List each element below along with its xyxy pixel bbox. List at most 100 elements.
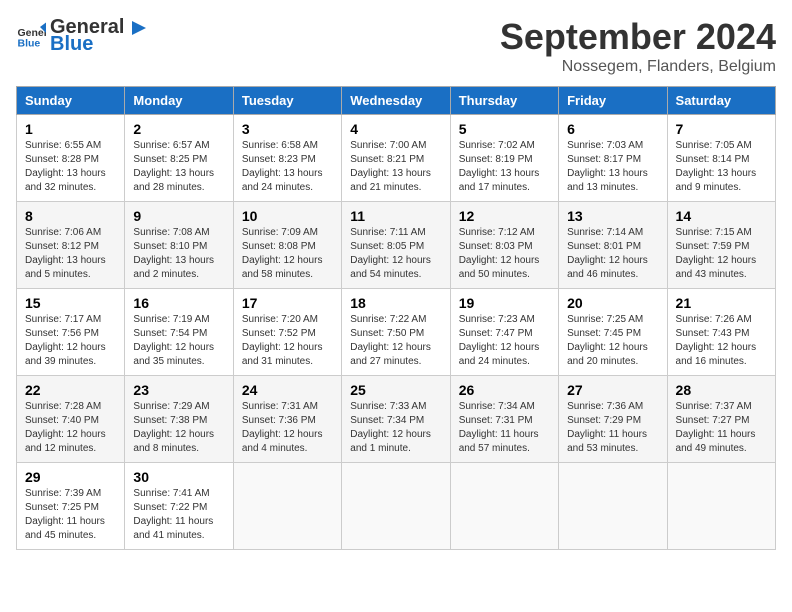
header-friday: Friday <box>559 87 667 115</box>
day-number: 21 <box>676 295 767 311</box>
day-number: 28 <box>676 382 767 398</box>
header-saturday: Saturday <box>667 87 775 115</box>
day-cell: 20Sunrise: 7:25 AM Sunset: 7:45 PM Dayli… <box>559 289 667 376</box>
week-row-1: 1Sunrise: 6:55 AM Sunset: 8:28 PM Daylig… <box>17 115 776 202</box>
day-number: 23 <box>133 382 224 398</box>
day-cell: 3 Sunrise: 6:58 AM Sunset: 8:23 PM Daylig… <box>233 115 341 202</box>
page-header: General Blue General Blue September 2024… <box>16 16 776 76</box>
svg-text:Blue: Blue <box>18 38 41 50</box>
day-number: 14 <box>676 208 767 224</box>
day-number: 16 <box>133 295 224 311</box>
day-info: Sunrise: 7:33 AM Sunset: 7:34 PM Dayligh… <box>350 400 441 456</box>
day-cell: 11 Sunrise: 7:11 AM Sunset: 8:05 PM Dayli… <box>342 202 450 289</box>
day-cell: 7 Sunrise: 7:05 AM Sunset: 8:14 PM Daylig… <box>667 115 775 202</box>
header-monday: Monday <box>125 87 233 115</box>
day-cell: 1Sunrise: 6:55 AM Sunset: 8:28 PM Daylig… <box>17 115 125 202</box>
day-cell <box>559 463 667 550</box>
day-number: 11 <box>350 208 441 224</box>
day-cell: 9 Sunrise: 7:08 AM Sunset: 8:10 PM Daylig… <box>125 202 233 289</box>
day-cell <box>450 463 558 550</box>
week-row-4: 22Sunrise: 7:28 AM Sunset: 7:40 PM Dayli… <box>17 376 776 463</box>
day-info: Sunrise: 6:58 AM Sunset: 8:23 PM Dayligh… <box>242 139 333 195</box>
header-thursday: Thursday <box>450 87 558 115</box>
day-number: 24 <box>242 382 333 398</box>
day-number: 27 <box>567 382 658 398</box>
day-number: 7 <box>676 121 767 137</box>
day-number: 12 <box>459 208 550 224</box>
week-row-3: 15Sunrise: 7:17 AM Sunset: 7:56 PM Dayli… <box>17 289 776 376</box>
header-wednesday: Wednesday <box>342 87 450 115</box>
day-number: 3 <box>242 121 333 137</box>
day-number: 8 <box>25 208 116 224</box>
day-number: 26 <box>459 382 550 398</box>
week-row-5: 29Sunrise: 7:39 AM Sunset: 7:25 PM Dayli… <box>17 463 776 550</box>
day-cell: 5 Sunrise: 7:02 AM Sunset: 8:19 PM Daylig… <box>450 115 558 202</box>
day-number: 2 <box>133 121 224 137</box>
day-info: Sunrise: 7:06 AM Sunset: 8:12 PM Dayligh… <box>25 226 116 282</box>
day-cell: 14 Sunrise: 7:15 AM Sunset: 7:59 PM Dayli… <box>667 202 775 289</box>
day-number: 17 <box>242 295 333 311</box>
day-cell: 29Sunrise: 7:39 AM Sunset: 7:25 PM Dayli… <box>17 463 125 550</box>
day-cell: 21 Sunrise: 7:26 AM Sunset: 7:43 PM Dayli… <box>667 289 775 376</box>
day-cell <box>667 463 775 550</box>
day-number: 4 <box>350 121 441 137</box>
day-info: Sunrise: 7:20 AM Sunset: 7:52 PM Dayligh… <box>242 313 333 369</box>
calendar-table: SundayMondayTuesdayWednesdayThursdayFrid… <box>16 86 776 550</box>
day-cell <box>233 463 341 550</box>
day-info: Sunrise: 7:23 AM Sunset: 7:47 PM Dayligh… <box>459 313 550 369</box>
day-info: Sunrise: 7:00 AM Sunset: 8:21 PM Dayligh… <box>350 139 441 195</box>
day-cell: 16 Sunrise: 7:19 AM Sunset: 7:54 PM Dayli… <box>125 289 233 376</box>
day-cell: 6Sunrise: 7:03 AM Sunset: 8:17 PM Daylig… <box>559 115 667 202</box>
day-cell: 12Sunrise: 7:12 AM Sunset: 8:03 PM Dayli… <box>450 202 558 289</box>
header-tuesday: Tuesday <box>233 87 341 115</box>
header-sunday: Sunday <box>17 87 125 115</box>
day-cell: 25Sunrise: 7:33 AM Sunset: 7:34 PM Dayli… <box>342 376 450 463</box>
day-info: Sunrise: 7:19 AM Sunset: 7:54 PM Dayligh… <box>133 313 224 369</box>
day-cell: 24Sunrise: 7:31 AM Sunset: 7:36 PM Dayli… <box>233 376 341 463</box>
day-info: Sunrise: 7:11 AM Sunset: 8:05 PM Dayligh… <box>350 226 441 282</box>
day-number: 6 <box>567 121 658 137</box>
day-number: 30 <box>133 469 224 485</box>
day-cell: 22Sunrise: 7:28 AM Sunset: 7:40 PM Dayli… <box>17 376 125 463</box>
day-cell: 13Sunrise: 7:14 AM Sunset: 8:01 PM Dayli… <box>559 202 667 289</box>
day-cell: 30Sunrise: 7:41 AM Sunset: 7:22 PM Dayli… <box>125 463 233 550</box>
day-cell: 10 Sunrise: 7:09 AM Sunset: 8:08 PM Dayli… <box>233 202 341 289</box>
logo-arrow-icon <box>126 17 148 39</box>
day-number: 1 <box>25 121 116 137</box>
day-cell <box>342 463 450 550</box>
day-cell: 2Sunrise: 6:57 AM Sunset: 8:25 PM Daylig… <box>125 115 233 202</box>
day-info: Sunrise: 7:22 AM Sunset: 7:50 PM Dayligh… <box>350 313 441 369</box>
day-number: 5 <box>459 121 550 137</box>
day-info: Sunrise: 7:36 AM Sunset: 7:29 PM Dayligh… <box>567 400 658 456</box>
logo-icon: General Blue <box>16 21 46 51</box>
day-info: Sunrise: 7:39 AM Sunset: 7:25 PM Dayligh… <box>25 487 116 543</box>
day-cell: 18Sunrise: 7:22 AM Sunset: 7:50 PM Dayli… <box>342 289 450 376</box>
day-cell: 27 Sunrise: 7:36 AM Sunset: 7:29 PM Dayli… <box>559 376 667 463</box>
day-number: 10 <box>242 208 333 224</box>
day-info: Sunrise: 7:08 AM Sunset: 8:10 PM Dayligh… <box>133 226 224 282</box>
day-info: Sunrise: 7:34 AM Sunset: 7:31 PM Dayligh… <box>459 400 550 456</box>
day-cell: 28 Sunrise: 7:37 AM Sunset: 7:27 PM Dayli… <box>667 376 775 463</box>
day-info: Sunrise: 7:26 AM Sunset: 7:43 PM Dayligh… <box>676 313 767 369</box>
logo: General Blue General Blue <box>16 16 148 56</box>
day-number: 9 <box>133 208 224 224</box>
day-cell: 26 Sunrise: 7:34 AM Sunset: 7:31 PM Dayli… <box>450 376 558 463</box>
day-info: Sunrise: 7:28 AM Sunset: 7:40 PM Dayligh… <box>25 400 116 456</box>
day-cell: 19 Sunrise: 7:23 AM Sunset: 7:47 PM Dayli… <box>450 289 558 376</box>
day-info: Sunrise: 7:17 AM Sunset: 7:56 PM Dayligh… <box>25 313 116 369</box>
day-info: Sunrise: 7:37 AM Sunset: 7:27 PM Dayligh… <box>676 400 767 456</box>
day-info: Sunrise: 7:14 AM Sunset: 8:01 PM Dayligh… <box>567 226 658 282</box>
day-cell: 8 Sunrise: 7:06 AM Sunset: 8:12 PM Daylig… <box>17 202 125 289</box>
day-number: 19 <box>459 295 550 311</box>
day-info: Sunrise: 7:02 AM Sunset: 8:19 PM Dayligh… <box>459 139 550 195</box>
header-row: SundayMondayTuesdayWednesdayThursdayFrid… <box>17 87 776 115</box>
day-cell: 23Sunrise: 7:29 AM Sunset: 7:38 PM Dayli… <box>125 376 233 463</box>
month-title: September 2024 <box>500 16 776 58</box>
location-title: Nossegem, Flanders, Belgium <box>500 58 776 76</box>
day-info: Sunrise: 7:05 AM Sunset: 8:14 PM Dayligh… <box>676 139 767 195</box>
day-cell: 4 Sunrise: 7:00 AM Sunset: 8:21 PM Daylig… <box>342 115 450 202</box>
title-area: September 2024 Nossegem, Flanders, Belgi… <box>500 16 776 76</box>
day-info: Sunrise: 7:09 AM Sunset: 8:08 PM Dayligh… <box>242 226 333 282</box>
day-info: Sunrise: 7:15 AM Sunset: 7:59 PM Dayligh… <box>676 226 767 282</box>
day-cell: 17 Sunrise: 7:20 AM Sunset: 7:52 PM Dayli… <box>233 289 341 376</box>
